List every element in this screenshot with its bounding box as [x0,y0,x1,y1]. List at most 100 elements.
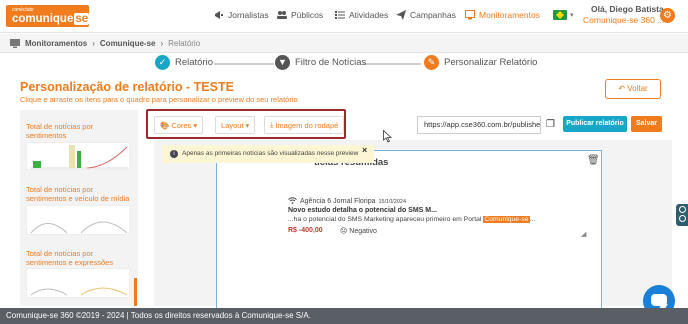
paper-plane-icon [396,10,406,20]
megaphone-icon [215,11,223,19]
tooltip-text: Apenas as primeiras notícias são visuali… [182,150,359,157]
brand-logo[interactable]: conéctate comunique se [6,5,90,27]
step-label: Personalizar Relatório [444,57,538,68]
breadcrumb-item: Relatório [168,38,201,48]
back-button-label: Voltar [627,84,648,93]
resize-handle-icon[interactable]: ◢ [581,230,586,238]
news-headline[interactable]: Novo estudo detalha o potencial do SMS M… [288,207,437,214]
breadcrumb-item[interactable]: Comunique-se [100,39,156,48]
news-sentiment: ☹ Negativo [340,227,377,235]
monitor-icon [465,10,475,20]
user-org[interactable]: Comunique-se 360 ... [583,15,664,25]
check-icon: ✓ [155,55,170,70]
nav-item-atividades[interactable]: Atividades [335,10,388,20]
nav-item-jornalistas[interactable]: Jornalistas [214,10,269,20]
accessibility-icon [679,215,686,222]
wifi-icon [288,197,297,206]
trash-icon[interactable]: 🗑 [587,155,600,166]
brazil-flag-icon[interactable] [553,10,567,20]
close-icon[interactable]: × [362,145,367,155]
pencil-icon: ✎ [424,55,439,70]
colors-label: Cores [171,120,192,130]
settings-button[interactable]: ⚙ [660,8,675,23]
widget-title-line: sentimentos e veículo de mídia [26,194,130,203]
step-connector [214,63,274,65]
nav-item-campanhas[interactable]: Campanhas [396,10,456,20]
widget-title: Total de notícias por sentimentos [26,122,93,140]
footer: Comunique-se 360 ©2019 - 2024 | Todos os… [0,308,688,324]
step-personalizar[interactable]: ✎ Personalizar Relatório [424,55,537,70]
footer-image-label: Imagem do rodapé [275,120,339,130]
list-icon [335,11,345,19]
news-snippet-text: ...ha o potencial do SMS Marketing apare… [288,216,484,223]
brand-name-main: comunique [12,13,74,25]
nav-item-label: Públicos [291,10,324,20]
widget-title-line: Total de notícias por [26,122,94,131]
chevron-right-icon: › [160,38,164,48]
palette-scrollbar[interactable] [134,278,137,306]
widget-title-line: sentimentos [26,131,67,140]
news-snippet: ...ha o potencial do SMS Marketing apare… [288,216,535,223]
published-url-field[interactable]: https://app.cse360.com.br/published [417,116,541,134]
accessibility-widget[interactable] [676,204,688,226]
nav-item-label: Monitoramentos [479,10,540,20]
step-label: Relatório [175,57,214,68]
nav-item-publicos[interactable]: Públicos [277,10,323,20]
chevron-down-icon[interactable]: ▾ [570,11,574,19]
news-source: Agência 6 Jornal Floripa 15/10/2024 [288,197,406,206]
copy-icon[interactable]: ❐ [546,119,555,130]
news-source-name: Agência 6 Jornal Floripa [300,198,376,205]
layout-label: Layout [221,120,244,130]
layout-dropdown[interactable]: Layout ▾ [215,116,256,134]
save-button[interactable]: Salvar [631,116,662,132]
news-date: 15/10/2024 [378,198,407,205]
nav-item-label: Campanhas [410,10,456,20]
info-icon: i [170,150,178,158]
widget-thumbnail-expressions[interactable] [26,268,130,298]
palette-icon: 🎨 [160,120,170,130]
users-icon [277,11,287,19]
brand-name: comunique se [12,13,90,25]
widget-thumbnail-media[interactable] [26,205,130,235]
step-filtro[interactable]: ▼ Filtro de Notícias [275,55,366,70]
nav-item-label: Atividades [349,10,389,20]
news-snippet-ellipsis: ... [529,216,536,223]
news-summary-card[interactable] [216,150,602,310]
nav-item-label: Jornalistas [228,10,269,20]
accessibility-icon [679,206,686,213]
page-title: Personalização de relatório - TESTE [20,80,234,94]
colors-dropdown[interactable]: 🎨 Cores ▾ [154,116,204,134]
dashboard-icon [10,38,20,48]
breadcrumb: Monitoramentos › Comunique-se › Relatóri… [0,34,688,53]
gear-icon: ⚙ [663,10,672,21]
user-greeting: Olá, Diego Batista [591,4,664,14]
publish-report-button[interactable]: Publicar relatório [563,116,627,132]
filter-icon: ▼ [275,55,290,70]
news-snippet-highlight: Comunique-se [483,216,530,223]
mini-chart [30,287,128,296]
widget-title-line: Total de notícias por [26,185,94,194]
frown-icon: ☹ [340,228,348,235]
widget-title-line: sentimentos e expressões [26,258,114,267]
back-button[interactable]: ↶ Voltar [605,79,661,99]
step-label: Filtro de Notícias [295,57,367,68]
preview-tooltip: i Apenas as primeiras notícias são visual… [162,145,374,163]
widget-thumbnail-sentiments[interactable] [26,142,130,170]
download-icon: ⤓ [270,120,274,129]
widget-title: Total de notícias por sentimentos e expr… [26,249,113,267]
footer-image-button[interactable]: ⤓ Imagem do rodapé [264,116,345,134]
chevron-down-icon: ▾ [193,120,198,130]
nav-item-monitoramentos[interactable]: Monitoramentos [465,10,540,20]
mini-chart [30,221,128,234]
step-connector [363,63,421,65]
chevron-right-icon: › [92,38,95,48]
mini-chart [30,145,128,169]
widget-title-line: Total de notícias por [26,249,94,258]
widget-title: Total de notícias por sentimentos e veíc… [26,185,129,203]
mouse-cursor-icon [383,130,392,143]
step-relatorio[interactable]: ✓ Relatório [155,55,213,70]
breadcrumb-item[interactable]: Monitoramentos [25,39,87,48]
brand-name-suffix: se [74,13,90,25]
news-value: R$ -400,00 [288,227,323,234]
page-subtitle: Clique e arraste os itens para o quadro … [20,95,298,104]
